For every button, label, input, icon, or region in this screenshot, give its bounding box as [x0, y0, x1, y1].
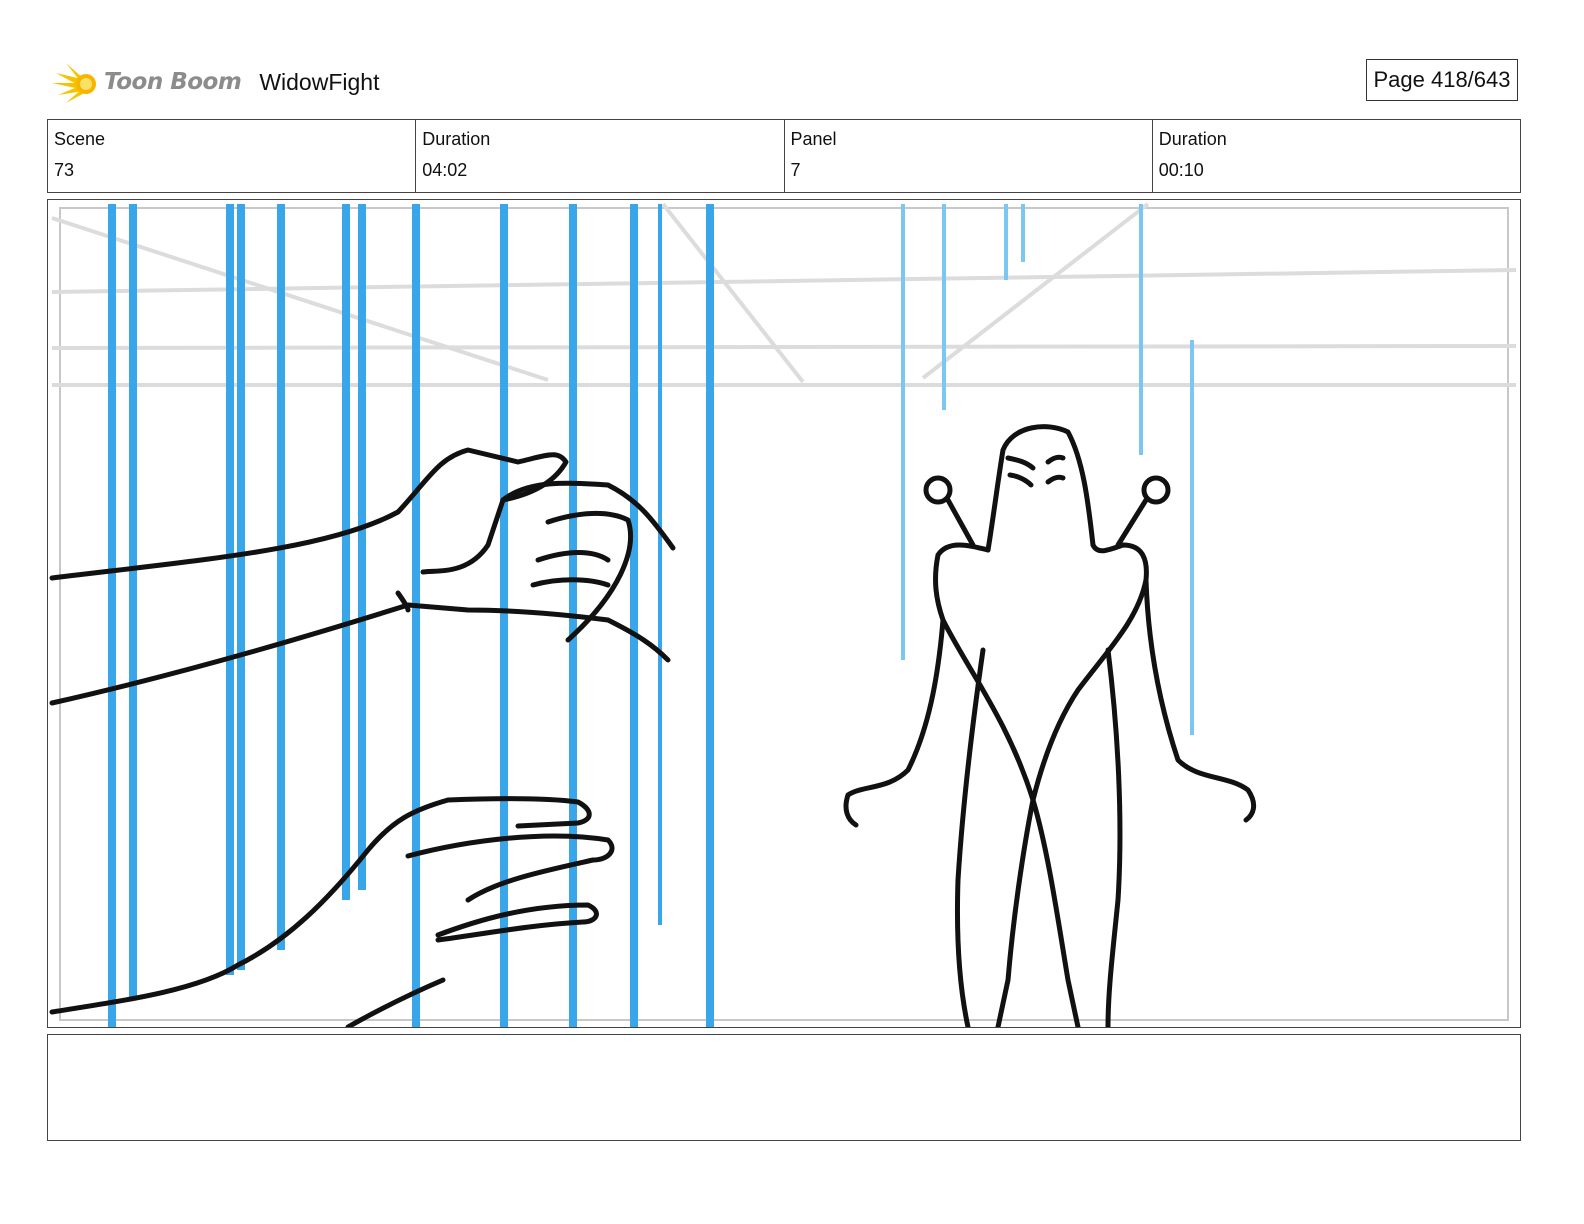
toon-boom-logo: Toon Boom	[52, 59, 242, 105]
background-lines	[51, 202, 1517, 387]
panel-label: Panel	[790, 129, 837, 149]
panel-duration-cell: Duration 00:10	[1153, 120, 1520, 192]
project-title: WidowFight	[259, 68, 380, 95]
panel-cell: Panel 7	[785, 120, 1153, 192]
scene-duration-value: 04:02	[422, 160, 468, 180]
scene-duration-label: Duration	[422, 129, 491, 149]
energy-bars	[108, 204, 714, 1027]
storyboard-panel	[47, 199, 1521, 1028]
logo-text: Toon Boom	[104, 69, 242, 95]
panel-sketch	[49, 202, 1517, 1027]
page-indicator: Page 418/643	[1366, 59, 1518, 101]
panel-value: 7	[790, 160, 801, 180]
star-burst-icon	[52, 63, 96, 103]
scene-duration-cell: Duration 04:02	[416, 120, 785, 192]
scene-value: 73	[54, 160, 75, 180]
scene-label: Scene	[54, 129, 106, 149]
panel-duration-value: 00:10	[1158, 160, 1204, 180]
page-header: Toon Boom WidowFight	[52, 56, 379, 108]
scene-info-bar: Scene 73 Duration 04:02 Panel 7 Duration…	[47, 119, 1521, 193]
panel-duration-label: Duration	[1158, 129, 1227, 149]
panel-notes-box[interactable]	[47, 1034, 1521, 1141]
scene-cell: Scene 73	[48, 120, 417, 192]
